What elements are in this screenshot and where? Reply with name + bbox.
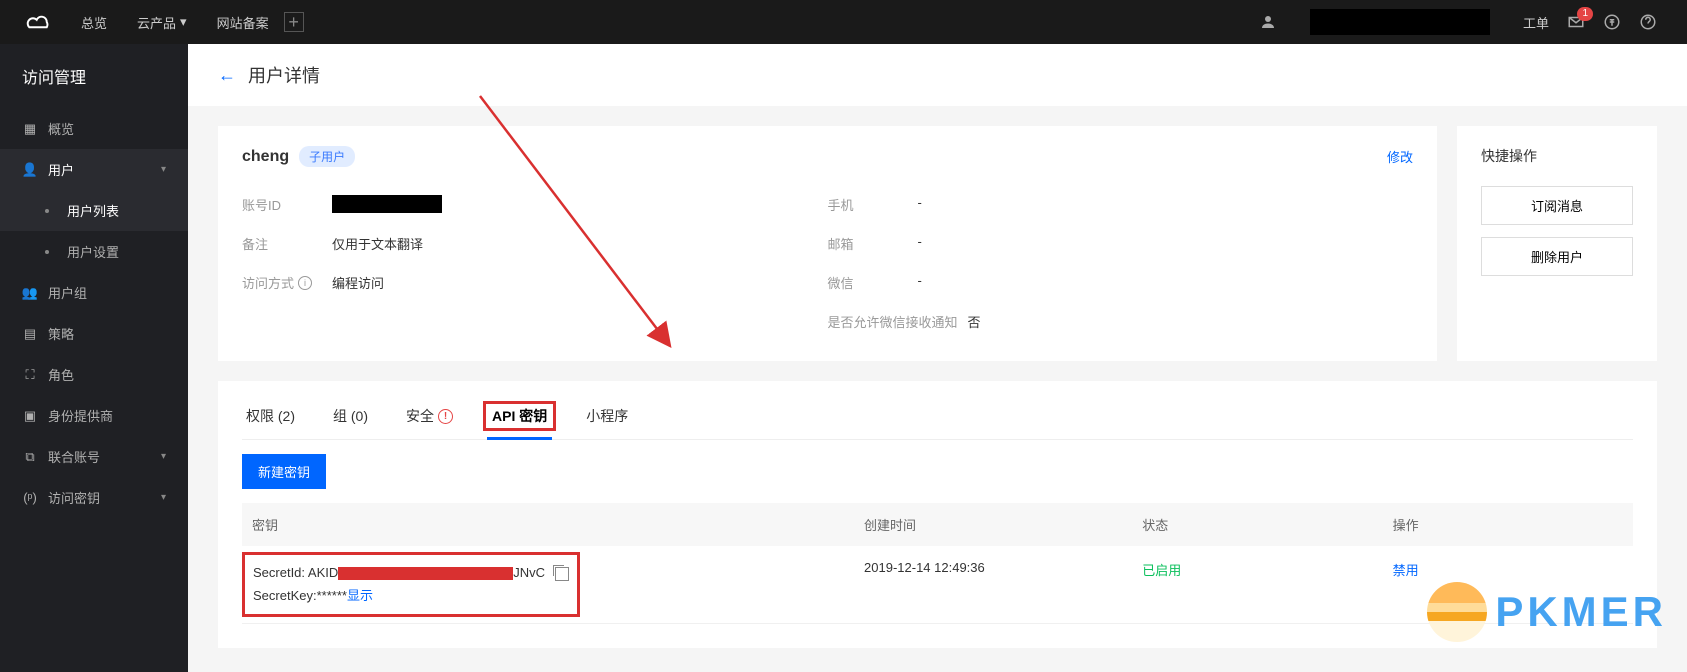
user-type-tag: 子用户 <box>299 146 355 167</box>
status-badge: 已启用 <box>1142 563 1181 578</box>
user-info-panel: cheng 子用户 修改 账号ID 备注 仅用于文本翻译 访问方式i <box>218 126 1437 361</box>
sidebar-item-groups[interactable]: 👥用户组 <box>0 272 188 313</box>
dot-icon <box>45 209 49 213</box>
sidebar-item-roles[interactable]: ⛶角色 <box>0 354 188 395</box>
mail-icon[interactable]: 1 <box>1567 13 1585 31</box>
search-box[interactable] <box>1310 9 1490 35</box>
key-icon: (ᵖ) <box>22 490 38 506</box>
link-icon: ⧉ <box>22 449 38 465</box>
grid-icon: ▦ <box>22 121 38 137</box>
group-icon: 👥 <box>22 285 38 301</box>
sidebar-title: 访问管理 <box>0 44 188 108</box>
created-time: 2019-12-14 12:49:36 <box>854 546 1132 623</box>
show-secret-link[interactable]: 显示 <box>347 588 373 603</box>
topbar-overview[interactable]: 总览 <box>66 13 122 32</box>
sidebar-item-policies[interactable]: ▤策略 <box>0 313 188 354</box>
user-name: cheng <box>242 148 289 166</box>
tab-security[interactable]: 安全! <box>402 393 457 439</box>
sidebar-item-users[interactable]: 👤用户▾ <box>0 149 188 190</box>
sidebar-item-user-list[interactable]: 用户列表 <box>0 190 188 231</box>
tab-miniprogram[interactable]: 小程序 <box>582 393 632 439</box>
info-row-phone: 手机- <box>828 185 1414 224</box>
sidebar: 访问管理 ▦概览 👤用户▾ 用户列表 用户设置 👥用户组 ▤策略 ⛶角色 ▣身份… <box>0 44 188 672</box>
page-header: ← 用户详情 <box>188 44 1687 106</box>
info-row-email: 邮箱- <box>828 224 1414 263</box>
quick-actions-panel: 快捷操作 订阅消息 删除用户 <box>1457 126 1657 361</box>
api-key-table: 密钥 创建时间 状态 操作 SecretId: AKIDJNvC <box>242 503 1633 624</box>
subscribe-button[interactable]: 订阅消息 <box>1481 186 1633 225</box>
chevron-down-icon: ▾ <box>161 492 166 503</box>
modify-link[interactable]: 修改 <box>1387 147 1413 166</box>
sidebar-item-federated[interactable]: ⧉联合账号▾ <box>0 436 188 477</box>
create-key-button[interactable]: 新建密钥 <box>242 454 326 489</box>
tab-permissions[interactable]: 权限 (2) <box>242 393 299 439</box>
mail-badge: 1 <box>1577 7 1593 21</box>
annotation-highlight: SecretId: AKIDJNvC SecretKey:******显示 <box>242 552 580 617</box>
help-icon[interactable] <box>1639 13 1657 31</box>
annotation-highlight: API 密钥 <box>483 401 556 431</box>
col-status: 状态 <box>1132 503 1382 546</box>
main-content: ← 用户详情 cheng 子用户 修改 账号ID 备注 仅用于文本翻译 <box>188 44 1687 648</box>
topbar-beian[interactable]: 网站备案 <box>202 13 284 32</box>
idp-icon: ▣ <box>22 408 38 424</box>
info-row-access-mode: 访问方式i 编程访问 <box>242 263 828 302</box>
quick-actions-title: 快捷操作 <box>1481 146 1633 166</box>
secret-key-cell: SecretKey:******显示 <box>253 584 569 607</box>
dot-icon <box>45 250 49 254</box>
ticket-link[interactable]: 工单 <box>1523 13 1549 32</box>
disable-link[interactable]: 禁用 <box>1393 563 1419 578</box>
chevron-down-icon: ▾ <box>161 164 166 175</box>
billing-icon[interactable] <box>1603 13 1621 31</box>
secret-id-redacted <box>338 567 513 580</box>
copy-icon[interactable] <box>555 567 569 581</box>
info-row-remark: 备注 仅用于文本翻译 <box>242 224 828 263</box>
tab-groups[interactable]: 组 (0) <box>329 393 372 439</box>
col-created: 创建时间 <box>854 503 1132 546</box>
col-action: 操作 <box>1383 503 1633 546</box>
topbar: 总览 云产品▾ 网站备案 + 工单 1 <box>0 0 1687 44</box>
warning-icon: ! <box>438 409 453 424</box>
add-icon[interactable]: + <box>284 12 304 32</box>
tabs-panel: 权限 (2) 组 (0) 安全! API 密钥 小程序 新建密钥 密钥 创建时间… <box>218 381 1657 648</box>
account-id-redacted <box>332 195 442 213</box>
chevron-down-icon: ▾ <box>180 14 187 30</box>
document-icon: ▤ <box>22 326 38 342</box>
role-icon: ⛶ <box>22 367 38 383</box>
col-key: 密钥 <box>242 503 854 546</box>
info-row-wechat-notify: 是否允许微信接收通知否 <box>828 302 1414 341</box>
topbar-products[interactable]: 云产品▾ <box>122 13 202 32</box>
chevron-down-icon: ▾ <box>161 451 166 462</box>
sidebar-item-access-keys[interactable]: (ᵖ)访问密钥▾ <box>0 477 188 518</box>
sidebar-item-user-settings[interactable]: 用户设置 <box>0 231 188 272</box>
info-row-account-id: 账号ID <box>242 185 828 224</box>
delete-user-button[interactable]: 删除用户 <box>1481 237 1633 276</box>
sidebar-item-idp[interactable]: ▣身份提供商 <box>0 395 188 436</box>
tabs: 权限 (2) 组 (0) 安全! API 密钥 小程序 <box>242 381 1633 440</box>
user-icon[interactable] <box>1259 13 1277 31</box>
back-arrow-icon[interactable]: ← <box>218 65 236 86</box>
info-row-wechat: 微信- <box>828 263 1414 302</box>
info-icon[interactable]: i <box>298 276 312 290</box>
person-icon: 👤 <box>22 162 38 178</box>
cloud-logo-icon[interactable] <box>20 4 56 40</box>
page-title: 用户详情 <box>248 62 320 88</box>
secret-id-cell: SecretId: AKIDJNvC <box>253 561 569 584</box>
table-row: SecretId: AKIDJNvC SecretKey:******显示 20… <box>242 546 1633 623</box>
tab-api-keys[interactable]: API 密钥 <box>487 393 552 439</box>
sidebar-item-overview[interactable]: ▦概览 <box>0 108 188 149</box>
